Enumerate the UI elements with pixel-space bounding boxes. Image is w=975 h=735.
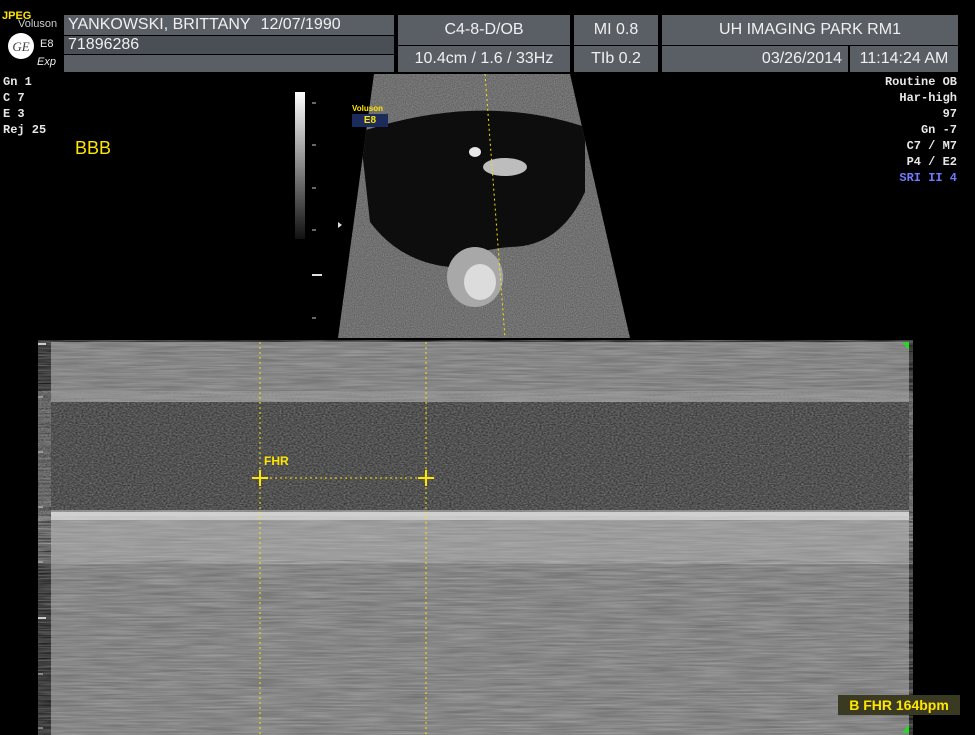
- voluson-tag: Voluson: [352, 104, 383, 113]
- facility-name: UH IMAGING PARK RM1: [719, 21, 901, 38]
- tib-value: TIb 0.2: [591, 50, 641, 67]
- patient-name-cell: YANKOWSKI, BRITTANY 12/07/1990: [64, 15, 394, 35]
- mode-label: Exp: [37, 56, 56, 68]
- right-params: Routine OB Har-high 97 Gn -7 C7 / M7 P4 …: [885, 74, 957, 186]
- patient-dob: 12/07/1990: [260, 16, 341, 33]
- patient-id: 71896286: [68, 36, 140, 53]
- fhr-result-badge: B FHR 164bpm: [838, 695, 960, 715]
- left-params: Gn 1 C 7 E 3 Rej 25: [3, 74, 46, 138]
- m-mode-trace: [38, 342, 909, 735]
- tib-cell: TIb 0.2: [574, 46, 658, 72]
- bbb-label: BBB: [75, 138, 112, 158]
- time-cell: 11:14:24 AM: [850, 46, 958, 72]
- date-cell: 03/26/2014: [662, 46, 848, 72]
- gain-value: Gn -7: [920, 123, 957, 137]
- param-e: E 3: [3, 107, 25, 121]
- probe-cell: C4-8-D/OB: [398, 15, 570, 45]
- fhr-caliper-label: FHR: [264, 454, 289, 468]
- pe-value: P4 / E2: [906, 155, 957, 169]
- model-label: E8: [40, 38, 54, 50]
- svg-text:GE: GE: [12, 39, 29, 54]
- patient-name: YANKOWSKI, BRITTANY: [68, 16, 251, 33]
- e8-tag: E8: [352, 114, 388, 127]
- exam-date: 03/26/2014: [761, 50, 842, 67]
- preset-label: Routine OB: [884, 75, 957, 89]
- mi-cell: MI 0.8: [574, 15, 658, 45]
- vendor-label: Voluson: [18, 18, 58, 30]
- param-c: C 7: [3, 91, 25, 105]
- sri-value: SRI II 4: [899, 171, 957, 185]
- exam-time: 11:14:24 AM: [859, 50, 949, 67]
- param-gain: Gn 1: [3, 75, 32, 89]
- cm-value: C7 / M7: [906, 139, 957, 153]
- depth-cell: 10.4cm / 1.6 / 33Hz: [398, 46, 570, 72]
- depth-info: 10.4cm / 1.6 / 33Hz: [414, 50, 554, 67]
- header-empty-cell: [64, 55, 394, 72]
- probe-label: C4-8-D/OB: [444, 21, 524, 38]
- frame-value: 97: [942, 107, 957, 121]
- harmonic-label: Har-high: [899, 91, 957, 105]
- facility-cell: UH IMAGING PARK RM1: [662, 15, 958, 45]
- mi-value: MI 0.8: [593, 21, 639, 38]
- param-rej: Rej 25: [3, 123, 47, 137]
- patient-id-cell: 71896286: [64, 36, 394, 54]
